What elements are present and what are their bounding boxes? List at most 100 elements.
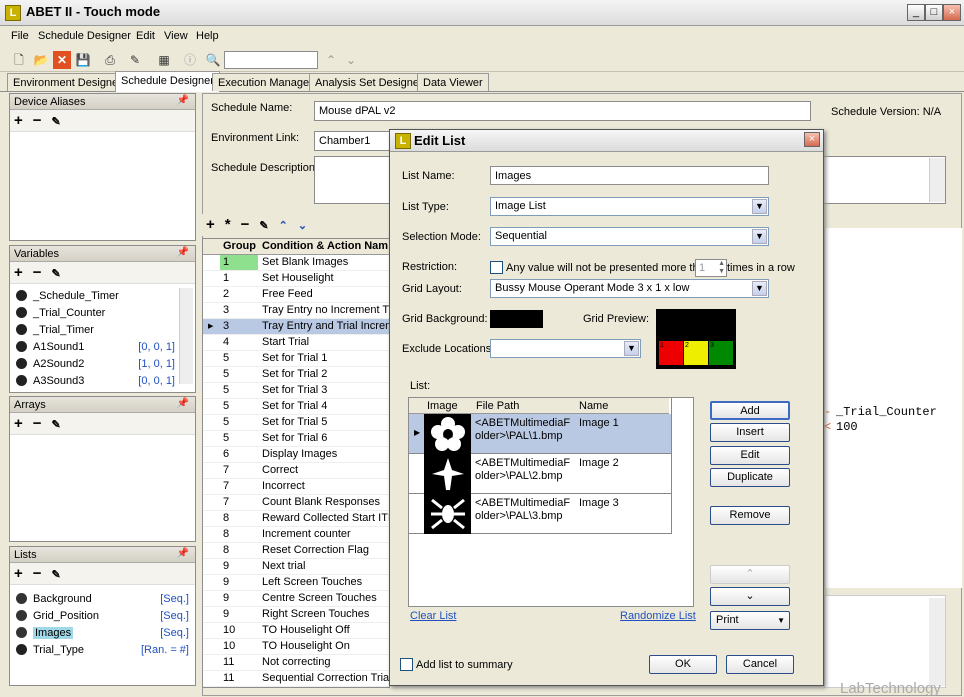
close-icon[interactable]: × [943, 4, 961, 21]
chevron-down-icon[interactable]: ▼ [752, 229, 767, 244]
add-button[interactable]: Add [710, 401, 790, 420]
maximize-icon[interactable]: □ [925, 4, 943, 21]
output-scrollbar[interactable] [929, 598, 945, 686]
list-item[interactable]: _Trial_Counter [10, 307, 195, 324]
table-row[interactable]: ▶ <ABETMultimediaF older>\PAL\1.bmp Image… [409, 414, 671, 454]
clear-list-link[interactable]: Clear List [410, 610, 456, 622]
grid-row[interactable]: 1 Set Houselight [203, 271, 389, 287]
grid-row[interactable]: 11 Not correcting [203, 655, 389, 671]
insert-button[interactable]: Insert [710, 423, 790, 442]
list-item[interactable]: Trial_Type [Ran. = #] [10, 644, 195, 661]
grid-row[interactable]: 3 Tray Entry and Trial Increm ▶ [203, 319, 389, 335]
grid-row[interactable]: 7 Incorrect [203, 479, 389, 495]
grid-row[interactable]: 5 Set for Trial 5 [203, 415, 389, 431]
remove-icon[interactable]: − [241, 216, 250, 233]
grid-row[interactable]: 7 Correct [203, 463, 389, 479]
pin-icon[interactable]: 📌 [177, 398, 189, 409]
grid-row[interactable]: 5 Set for Trial 3 [203, 383, 389, 399]
move-up-button[interactable]: ⌃ [710, 565, 790, 584]
ok-button[interactable]: OK [649, 655, 717, 674]
tab-schedule-designer[interactable]: Schedule Designer [115, 71, 220, 92]
menu-schedule-designer[interactable]: Schedule Designer [38, 30, 131, 42]
pin-icon[interactable]: 📌 [177, 95, 189, 106]
grid-row[interactable]: 5 Set for Trial 4 [203, 399, 389, 415]
menu-view[interactable]: View [164, 30, 188, 42]
stepper-arrows-icon[interactable]: ▲ ▼ [718, 260, 725, 276]
exclude-locations-select[interactable]: ▼ [490, 339, 641, 358]
move-up-icon[interactable]: ⌃ [279, 220, 288, 232]
calendar-icon[interactable]: ▦ [155, 51, 173, 69]
add-special-icon[interactable]: * [225, 216, 231, 233]
grid-row[interactable]: 5 Set for Trial 2 [203, 367, 389, 383]
remove-icon[interactable]: − [33, 112, 42, 129]
search-input[interactable] [224, 51, 318, 69]
down-arrow-icon[interactable]: ⌄ [342, 51, 360, 69]
up-arrow-icon[interactable]: ⌃ [322, 51, 340, 69]
close-file-icon[interactable]: ✕ [53, 51, 71, 69]
add-icon[interactable]: + [14, 112, 23, 129]
list-item[interactable]: A3Sound3 [0, 0, 1] [10, 375, 195, 392]
list-item[interactable]: Grid_Position [Seq.] [10, 610, 195, 627]
tab-environment-designer[interactable]: Environment Designer [7, 73, 128, 91]
remove-button[interactable]: Remove [710, 506, 790, 525]
grid-row[interactable]: 6 Display Images [203, 447, 389, 463]
environment-link-field[interactable]: Chamber1 [314, 131, 394, 151]
grid-row[interactable]: 9 Right Screen Touches [203, 607, 389, 623]
edit-button[interactable]: Edit [710, 446, 790, 465]
column-header-condition[interactable]: Condition & Action Nam [259, 239, 389, 254]
menu-edit[interactable]: Edit [136, 30, 155, 42]
table-row[interactable]: <ABETMultimediaF older>\PAL\3.bmp Image 3 [409, 494, 671, 534]
search-icon[interactable]: 🔍 [204, 51, 222, 69]
grid-row[interactable]: 10 TO Houselight Off [203, 623, 389, 639]
table-row[interactable]: <ABETMultimediaF older>\PAL\2.bmp Image 2 [409, 454, 671, 494]
cancel-button[interactable]: Cancel [726, 655, 794, 674]
grid-row[interactable]: 1 Set Blank Images [203, 255, 389, 271]
open-icon[interactable]: 📂 [32, 51, 50, 69]
move-down-icon[interactable]: ⌄ [298, 220, 307, 232]
grid-row[interactable]: 5 Set for Trial 1 [203, 351, 389, 367]
list-item[interactable]: Background [Seq.] [10, 593, 195, 610]
grid-row[interactable]: 3 Tray Entry no Increment Tri [203, 303, 389, 319]
edit-icon[interactable]: ✎ [52, 419, 61, 431]
description-scrollbar[interactable] [929, 158, 945, 202]
add-icon[interactable]: + [206, 216, 215, 233]
grid-row[interactable]: 9 Centre Screen Touches [203, 591, 389, 607]
grid-row[interactable]: 4 Start Trial [203, 335, 389, 351]
restriction-checkbox[interactable] [490, 261, 503, 274]
save-icon[interactable]: 💾 [74, 51, 92, 69]
grid-row[interactable]: 11 Sequential Correction Trial [203, 671, 389, 687]
column-header-group[interactable]: Group [220, 239, 258, 254]
menu-help[interactable]: Help [196, 30, 219, 42]
edit-icon[interactable]: ✎ [52, 569, 61, 581]
grid-row[interactable]: 8 Increment counter [203, 527, 389, 543]
grid-background-swatch[interactable] [490, 310, 543, 328]
grid-row[interactable]: 9 Next trial [203, 559, 389, 575]
tab-analysis-set-designer[interactable]: Analysis Set Designer [309, 73, 429, 91]
list-name-input[interactable]: Images [490, 166, 769, 185]
print-icon[interactable]: ⎙ [101, 51, 119, 69]
add-icon[interactable]: + [14, 264, 23, 281]
info-icon[interactable]: ⓘ [181, 51, 199, 69]
grid-row[interactable]: 8 Reset Correction Flag [203, 543, 389, 559]
restriction-count-stepper[interactable]: 1 ▲ ▼ [695, 259, 727, 277]
list-item[interactable]: A2Sound2 [1, 0, 1] [10, 358, 195, 375]
dialog-close-icon[interactable]: × [804, 132, 820, 147]
column-header-file-path[interactable]: File Path [476, 400, 519, 412]
remove-icon[interactable]: − [33, 415, 42, 432]
tab-execution-manager[interactable]: Execution Manager [212, 73, 319, 91]
chevron-down-icon[interactable]: ▼ [624, 341, 639, 356]
minimize-icon[interactable]: _ [907, 4, 925, 21]
column-header-image[interactable]: Image [427, 400, 458, 412]
add-icon[interactable]: + [14, 565, 23, 582]
list-item[interactable]: _Schedule_Timer [10, 290, 195, 307]
move-down-button[interactable]: ⌄ [710, 587, 790, 606]
grid-row[interactable]: 9 Left Screen Touches [203, 575, 389, 591]
chevron-down-icon[interactable]: ▼ [777, 612, 785, 629]
list-item[interactable]: _Trial_Timer [10, 324, 195, 341]
remove-icon[interactable]: − [33, 264, 42, 281]
pin-icon[interactable]: 📌 [177, 548, 189, 559]
list-item[interactable]: A1Sound1 [0, 0, 1] [10, 341, 195, 358]
chevron-down-icon[interactable]: ▼ [752, 281, 767, 296]
remove-icon[interactable]: − [33, 565, 42, 582]
edit-icon[interactable]: ✎ [52, 268, 61, 280]
